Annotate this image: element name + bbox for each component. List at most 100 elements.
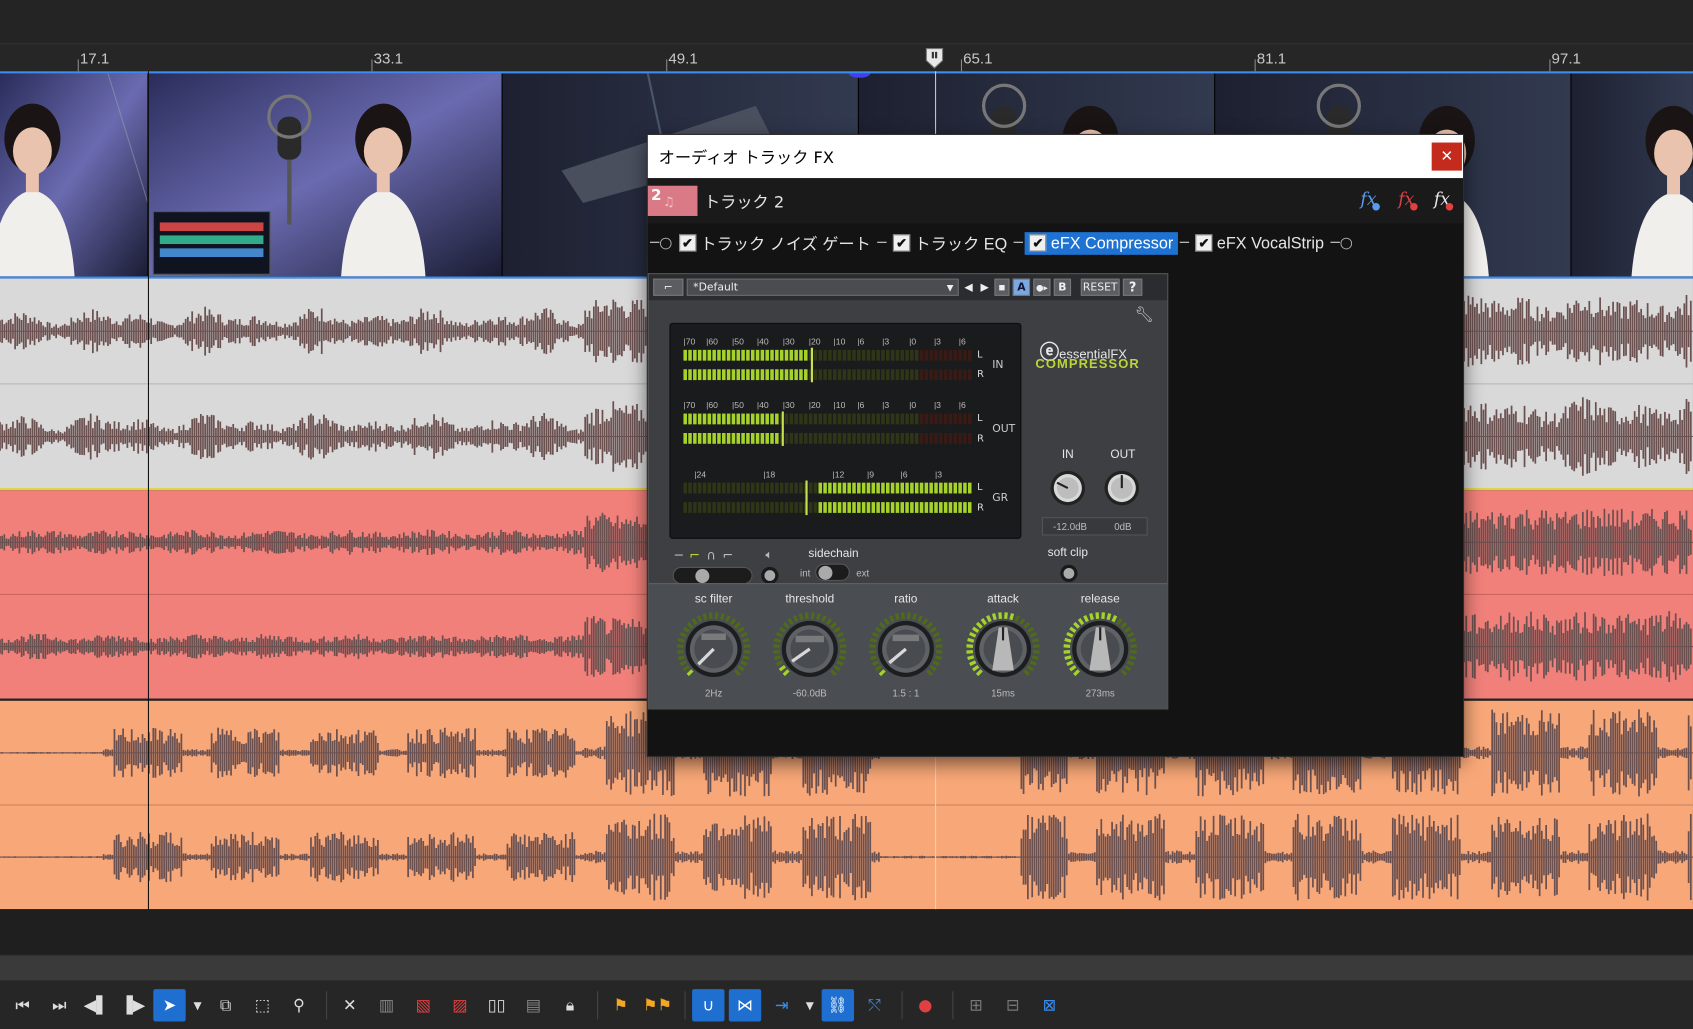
filter-type-icons[interactable]: ─⌐∩⌐ bbox=[675, 547, 740, 562]
color-icon[interactable]: ● bbox=[909, 989, 941, 1021]
fx-track-row: 2 ♫ トラック 2 fx fx fx bbox=[647, 178, 1463, 224]
compressor-plugin: ⌐ *Default ▼ ◀ ▶ ▪ A ●▸ B RESET ? 🔧︎ |70… bbox=[647, 273, 1169, 710]
snap-icon[interactable]: ∪ bbox=[692, 988, 725, 1021]
checkbox[interactable]: ✔ bbox=[678, 234, 697, 252]
chain-item-eq[interactable]: ✔ トラック EQ bbox=[889, 229, 1012, 256]
group-icon[interactable]: ⧉ bbox=[209, 989, 241, 1021]
ratio-label: ratio bbox=[894, 592, 918, 606]
close-icon[interactable]: ✕ bbox=[1431, 142, 1462, 171]
chain-item-compressor[interactable]: ✔ eFX Compressor bbox=[1024, 231, 1178, 255]
zoom-icon[interactable]: ⚲ bbox=[283, 989, 315, 1021]
dialog-title: オーディオ トラック FX bbox=[658, 147, 834, 167]
ripple-icon[interactable]: ▤ bbox=[517, 989, 549, 1021]
group-add-icon[interactable]: ⊞ bbox=[960, 989, 992, 1021]
meter-scale-label: |70 bbox=[683, 336, 696, 347]
auto-crossfade-icon[interactable]: ⤲ bbox=[858, 989, 890, 1021]
filter-type-slider[interactable] bbox=[672, 566, 753, 585]
checkbox[interactable]: ✔ bbox=[1195, 234, 1213, 252]
ruler-label: 49.1 bbox=[668, 49, 698, 67]
preset-select[interactable]: *Default ▼ bbox=[686, 278, 959, 296]
meter-scale-label: |3 bbox=[935, 469, 943, 480]
attack-label: attack bbox=[987, 592, 1019, 606]
skip-end-icon[interactable]: ⏭ bbox=[43, 989, 75, 1021]
envelope-icon[interactable]: ⌐ bbox=[653, 278, 684, 296]
insert-icon[interactable]: ⇥ bbox=[766, 989, 798, 1021]
meter-scale-label: |0 bbox=[909, 400, 917, 411]
select-rect-icon[interactable]: ⬚ bbox=[246, 989, 278, 1021]
ab-a-button[interactable]: A bbox=[1012, 278, 1031, 296]
prev-preset-icon[interactable]: ◀ bbox=[962, 279, 975, 296]
meter-scale-label: |6 bbox=[857, 336, 865, 347]
compressor-knobs[interactable] bbox=[649, 608, 1167, 694]
reset-button[interactable]: RESET bbox=[1080, 278, 1120, 296]
timeline-ruler[interactable]: 17.1 33.1 49.1 65.1 81.1 97.1 bbox=[0, 43, 1693, 73]
chain-start-connector: ─○ bbox=[649, 234, 673, 252]
slider-handle[interactable] bbox=[695, 569, 710, 584]
group-track-icon[interactable]: ⊠ bbox=[1033, 989, 1065, 1021]
out-gain-knob[interactable] bbox=[1102, 469, 1141, 508]
ab-copy-icon[interactable]: ●▸ bbox=[1033, 278, 1051, 296]
checkbox[interactable]: ✔ bbox=[892, 234, 911, 252]
chain-connector: ─ bbox=[877, 234, 887, 252]
checkbox[interactable]: ✔ bbox=[1029, 234, 1047, 252]
chain-item-label: トラック ノイズ ゲート bbox=[700, 234, 871, 254]
preset-value: *Default bbox=[693, 281, 739, 294]
lock-icon[interactable]: 🔒︎ bbox=[554, 989, 586, 1021]
pointer-icon[interactable]: ➤ bbox=[153, 988, 186, 1021]
meter-scale-label: |20 bbox=[808, 336, 821, 347]
wrench-icon[interactable]: 🔧︎ bbox=[1135, 307, 1154, 324]
compressor-knob-strip: sc filter threshold ratio attack release… bbox=[648, 583, 1168, 709]
video-editor: 17.1 33.1 49.1 65.1 81.1 97.1 ⏮ ⏭ ◀▌ ▐▶ … bbox=[0, 0, 1693, 1029]
empty-track-area[interactable] bbox=[0, 909, 1693, 955]
meter-scale-label: |30 bbox=[782, 400, 795, 411]
sidechain-ext-label: ext bbox=[856, 567, 870, 579]
soft-clip-toggle[interactable] bbox=[1059, 564, 1078, 583]
soft-clip-label: soft clip bbox=[1047, 546, 1088, 560]
meter-graphics bbox=[683, 347, 972, 516]
toggle-handle[interactable] bbox=[818, 565, 833, 580]
playhead-marker-icon[interactable] bbox=[925, 48, 944, 70]
ruler-label: 33.1 bbox=[373, 49, 403, 67]
marker-icon[interactable]: ⚑ bbox=[605, 989, 637, 1021]
sc-filter-value: 2Hz bbox=[705, 687, 723, 699]
split-all-icon[interactable]: ▯▯ bbox=[480, 989, 512, 1021]
chain-item-noise-gate[interactable]: ✔ トラック ノイズ ゲート bbox=[674, 229, 875, 256]
delete-icon[interactable]: ✕ bbox=[334, 989, 366, 1021]
sidechain-toggle[interactable] bbox=[815, 563, 850, 581]
meter-scale-label: |60 bbox=[706, 400, 718, 411]
ratio-value: 1.5 : 1 bbox=[892, 687, 920, 699]
sc-filter-label: sc filter bbox=[694, 592, 733, 606]
dialog-titlebar[interactable]: オーディオ トラック FX ✕ bbox=[647, 134, 1463, 179]
chevron-down-icon: ▼ bbox=[946, 282, 954, 293]
help-button[interactable]: ? bbox=[1122, 278, 1143, 296]
next-frame-icon[interactable]: ▐▶ bbox=[117, 989, 149, 1021]
next-preset-icon[interactable]: ▶ bbox=[978, 279, 991, 296]
meter-scale-label: |40 bbox=[756, 336, 769, 347]
chain-item-label: eFX Compressor bbox=[1050, 233, 1174, 253]
horizontal-scrollbar[interactable] bbox=[0, 954, 1693, 981]
chain-end-connector: ─○ bbox=[1330, 234, 1353, 252]
region-icon[interactable]: ⚑⚑ bbox=[641, 989, 673, 1021]
chain-item-vocalstrip[interactable]: ✔ eFX VocalStrip bbox=[1191, 232, 1328, 255]
meter-scale-label: |3 bbox=[933, 400, 941, 411]
trim-end-icon[interactable]: ▨ bbox=[444, 989, 476, 1021]
meter-out-label: OUT bbox=[992, 423, 1016, 436]
skip-start-icon[interactable]: ⏮ bbox=[6, 989, 38, 1021]
release-value: 273ms bbox=[1085, 687, 1115, 699]
save-preset-icon[interactable]: ▪ bbox=[994, 278, 1010, 296]
meter-l: L bbox=[977, 413, 983, 425]
auto-ripple-icon[interactable]: ⋈ bbox=[728, 988, 762, 1021]
in-gain-knob[interactable] bbox=[1048, 469, 1087, 508]
group-remove-icon[interactable]: ⊟ bbox=[997, 989, 1029, 1021]
trim-start-icon[interactable]: ▧ bbox=[407, 989, 439, 1021]
track-badge: 2 ♫ bbox=[647, 185, 698, 216]
meter-scale-label: |50 bbox=[732, 336, 744, 347]
dropdown-icon[interactable]: ▾ bbox=[190, 989, 205, 1021]
speaker-icon[interactable]: 🔈︎ bbox=[766, 547, 773, 562]
split-icon[interactable]: ▥ bbox=[370, 989, 402, 1021]
prev-frame-icon[interactable]: ◀▌ bbox=[80, 989, 112, 1021]
ab-b-button[interactable]: B bbox=[1053, 278, 1072, 296]
dropdown-icon[interactable]: ▾ bbox=[802, 989, 817, 1021]
channel-divider bbox=[0, 804, 1693, 806]
lock-envelope-icon[interactable]: ⛓ bbox=[821, 988, 855, 1021]
